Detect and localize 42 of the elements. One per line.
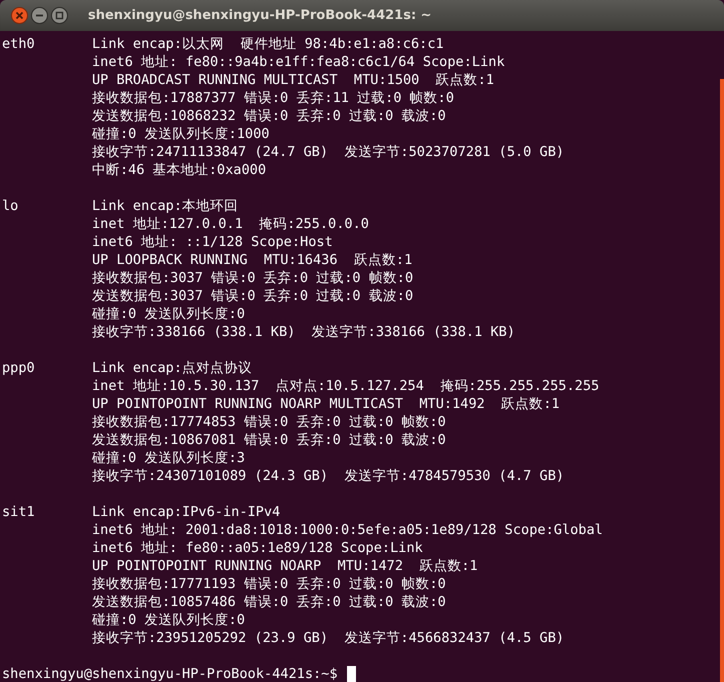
output-line: inet 地址:10.5.30.137 点对点:10.5.127.254 掩码:255.255.255.255 (92, 377, 600, 395)
interface-name: lo (2, 197, 20, 215)
output-line: 发送数据包:10857486 错误:0 丢弃:0 过载:0 载波:0 (92, 593, 447, 611)
maximize-icon[interactable] (51, 7, 68, 24)
output-line: 接收数据包:3037 错误:0 丢弃:0 过载:0 帧数:0 (92, 269, 414, 287)
output-line: inet6 地址: fe80::9a4b:e1ff:fea8:c6c1/64 Scope:Link (92, 53, 506, 71)
output-line: 接收数据包:17887377 错误:0 丢弃:11 过载:0 帧数:0 (92, 89, 456, 107)
output-line: inet6 地址: ::1/128 Scope:Host (92, 233, 334, 251)
output-line: 中断:46 基本地址:0xa000 (92, 161, 268, 179)
output-line: inet 地址:127.0.0.1 掩码:255.0.0.0 (92, 215, 370, 233)
scrollbar[interactable] (720, 79, 724, 682)
output-line: Link encap:以太网 硬件地址 98:4b:e1:a8:c6:c1 (92, 35, 445, 53)
shell-prompt: shenxingyu@shenxingyu-HP-ProBook-4421s:~$ (2, 665, 338, 682)
interface-name: ppp0 (2, 359, 36, 377)
output-line: 碰撞:0 发送队列长度:1000 (92, 125, 270, 143)
output-line: UP LOOPBACK RUNNING MTU:16436 跃点数:1 (92, 251, 414, 269)
output-line: 发送数据包:10867081 错误:0 丢弃:0 过载:0 载波:0 (92, 431, 447, 449)
output-line: 碰撞:0 发送队列长度:0 (92, 611, 246, 629)
output-line: 接收字节:24307101089 (24.3 GB) 发送字节:4784579530 (4.7 GB) (92, 467, 566, 485)
output-line: Link encap:点对点协议 (92, 359, 254, 377)
output-line: UP POINTOPOINT RUNNING NOARP MTU:1472 跃点数:1 (92, 557, 479, 575)
minimize-icon[interactable] (31, 7, 48, 24)
output-line: UP BROADCAST RUNNING MULTICAST MTU:1500 跃点数:1 (92, 71, 496, 89)
output-line: 接收数据包:17771193 错误:0 丢弃:0 过载:0 帧数:0 (92, 575, 447, 593)
window-title: shenxingyu@shenxingyu-HP-ProBook-4421s: ~ (87, 8, 432, 23)
output-line: 碰撞:0 发送队列长度:0 (92, 305, 246, 323)
output-line: 接收数据包:17774853 错误:0 丢弃:0 过载:0 帧数:0 (92, 413, 447, 431)
output-line: inet6 地址: fe80::a05:1e89/128 Scope:Link (92, 539, 424, 557)
output-line: 发送数据包:3037 错误:0 丢弃:0 过载:0 载波:0 (92, 287, 414, 305)
cursor (346, 666, 356, 682)
output-line: UP POINTOPOINT RUNNING NOARP MULTICAST MTU:1492 跃点数:1 (92, 395, 561, 413)
output-line: inet6 地址: 2001:da8:1018:1000:0:5efe:a05:1e89/128 Scope:Global (92, 521, 603, 539)
output-line: Link encap:IPv6-in-IPv4 (92, 503, 282, 521)
interface-name: sit1 (2, 503, 36, 521)
output-line: Link encap:本地环回 (92, 197, 240, 215)
interface-name: eth0 (2, 35, 36, 53)
output-line: 发送数据包:10868232 错误:0 丢弃:0 过载:0 载波:0 (92, 107, 447, 125)
output-line: 接收字节:23951205292 (23.9 GB) 发送字节:4566832437 (4.5 GB) (92, 629, 566, 647)
output-line: 接收字节:24711133847 (24.7 GB) 发送字节:5023707281 (5.0 GB) (92, 143, 564, 161)
output-line: 碰撞:0 发送队列长度:3 (92, 449, 246, 467)
output-line: 接收字节:338166 (338.1 KB) 发送字节:338166 (338.1 KB) (92, 323, 515, 341)
close-icon[interactable] (11, 7, 28, 24)
